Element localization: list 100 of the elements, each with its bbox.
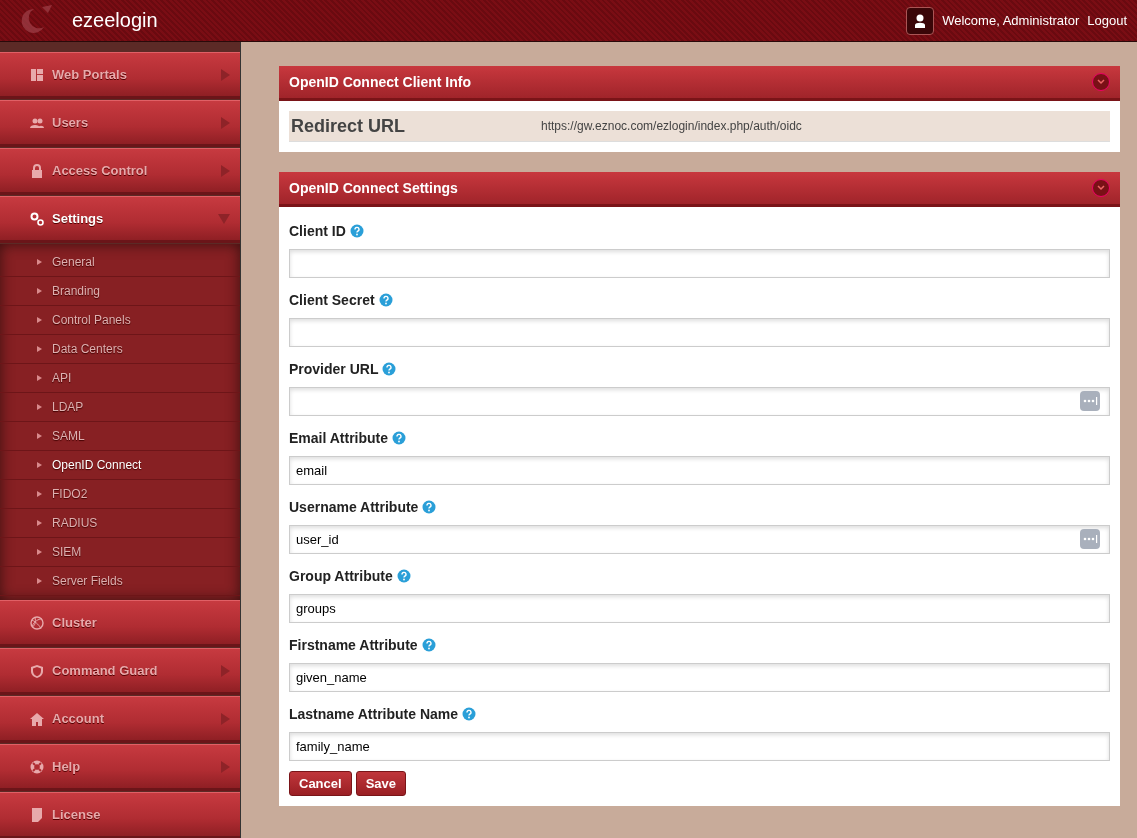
logo-text: ezeelogin (72, 9, 158, 32)
submenu-item[interactable]: SIEM (0, 538, 240, 567)
bullet-icon (37, 317, 42, 323)
text-input[interactable] (289, 387, 1110, 416)
field-label: Username Attribute (289, 499, 419, 515)
autofill-icon[interactable] (1080, 391, 1100, 411)
document-icon (30, 807, 44, 822)
menu-label: Settings (52, 211, 105, 226)
menu-label: Cluster (52, 615, 98, 630)
text-input[interactable]: groups (289, 594, 1110, 623)
submenu-item[interactable]: Server Fields (0, 567, 240, 596)
submenu-item[interactable]: RADIUS (0, 509, 240, 538)
field-label: Provider URL (289, 361, 379, 377)
help-icon[interactable] (378, 293, 393, 307)
submenu-item[interactable]: FIDO2 (0, 480, 240, 509)
submenu-item[interactable]: API (0, 364, 240, 393)
menu-label: License (52, 807, 102, 822)
sidebar-menu-item[interactable]: Account (0, 696, 240, 743)
submenu-item[interactable]: Data Centers (0, 335, 240, 364)
cancel-button[interactable]: Cancel (289, 771, 352, 796)
submenu-label: API (52, 371, 72, 385)
sidebar-menu-item[interactable]: Cluster (0, 600, 240, 647)
text-input[interactable]: given_name (289, 663, 1110, 692)
sidebar-menu-item[interactable]: Help (0, 744, 240, 791)
sidebar-menu-item[interactable]: Command Guard (0, 648, 240, 695)
help-icon[interactable] (396, 569, 411, 583)
submenu-label: SIEM (52, 545, 82, 559)
caret-down-icon (218, 213, 230, 224)
shield-icon (30, 663, 44, 678)
field-label: Group Attribute (289, 568, 393, 584)
text-input[interactable]: email (289, 456, 1110, 485)
submenu-item[interactable]: OpenID Connect (0, 451, 240, 480)
sidebar-menu-item[interactable]: Web Portals (0, 52, 240, 99)
submenu-label: Data Centers (52, 342, 123, 356)
sidebar-menu-item[interactable]: Access Control (0, 148, 240, 195)
bullet-icon (37, 346, 42, 352)
menu-label: Users (52, 115, 90, 130)
menu-label: Access Control (52, 163, 149, 178)
menu-label: Web Portals (52, 67, 128, 82)
welcome-text: Welcome, Administrator (942, 13, 1080, 28)
collapse-icon[interactable] (1092, 73, 1110, 91)
lifebuoy-icon (30, 759, 44, 774)
submenu-label: OpenID Connect (52, 458, 142, 472)
menu-label: Account (52, 711, 105, 726)
redirect-url: https://gw.eznoc.com/ezlogin/index.php/auth/oidc (541, 119, 802, 133)
logout-link[interactable]: Logout (1087, 13, 1127, 28)
bullet-icon (37, 433, 42, 439)
text-input[interactable]: family_name (289, 732, 1110, 761)
caret-right-icon (221, 760, 230, 773)
field-label: Firstname Attribute (289, 637, 418, 653)
field-label: Client Secret (289, 292, 375, 308)
gears-icon (30, 211, 44, 226)
help-icon[interactable] (421, 638, 436, 652)
caret-right-icon (221, 164, 230, 177)
sidebar-menu-item[interactable]: License (0, 792, 240, 838)
menu-label: Help (52, 759, 82, 774)
submenu-item[interactable]: LDAP (0, 393, 240, 422)
sidebar-menu-item[interactable]: Users (0, 100, 240, 147)
lock-icon (30, 163, 44, 178)
field-label: Lastname Attribute Name (289, 706, 459, 722)
help-icon[interactable] (462, 707, 477, 721)
caret-right-icon (221, 664, 230, 677)
menu-label: Command Guard (52, 663, 159, 678)
text-input[interactable] (289, 249, 1110, 278)
bullet-icon (37, 462, 42, 468)
bullet-icon (37, 259, 42, 265)
help-icon[interactable] (392, 431, 407, 445)
submenu-label: RADIUS (52, 516, 98, 530)
portal-icon (30, 67, 44, 82)
field-label: Client ID (289, 223, 346, 239)
autofill-icon[interactable] (1080, 529, 1100, 549)
field-label: Email Attribute (289, 430, 389, 446)
caret-right-icon (221, 712, 230, 725)
text-input[interactable]: user_id (289, 525, 1110, 554)
submenu-label: SAML (52, 429, 85, 443)
bullet-icon (37, 404, 42, 410)
save-button[interactable]: Save (355, 771, 406, 796)
help-icon[interactable] (349, 224, 364, 238)
collapse-icon[interactable] (1092, 179, 1110, 197)
bullet-icon (37, 578, 42, 584)
bullet-icon (37, 549, 42, 555)
submenu-label: Branding (52, 284, 101, 298)
redirect-label: Redirect URL (291, 115, 407, 137)
panel-title: OpenID Connect Client Info (289, 74, 471, 90)
submenu-item[interactable]: Branding (0, 277, 240, 306)
house-icon (30, 711, 44, 726)
bullet-icon (37, 491, 42, 497)
submenu-label: FIDO2 (52, 487, 88, 501)
text-input[interactable] (289, 318, 1110, 347)
submenu-label: LDAP (52, 400, 84, 414)
help-icon[interactable] (382, 362, 397, 376)
bullet-icon (37, 375, 42, 381)
submenu-label: Server Fields (52, 574, 123, 588)
submenu-item[interactable]: General (0, 248, 240, 277)
help-icon[interactable] (422, 500, 437, 514)
submenu-item[interactable]: SAML (0, 422, 240, 451)
submenu-item[interactable]: Control Panels (0, 306, 240, 335)
panel-title: OpenID Connect Settings (289, 180, 458, 196)
submenu-label: Control Panels (52, 313, 131, 327)
sidebar-menu-item[interactable]: Settings (0, 196, 240, 243)
